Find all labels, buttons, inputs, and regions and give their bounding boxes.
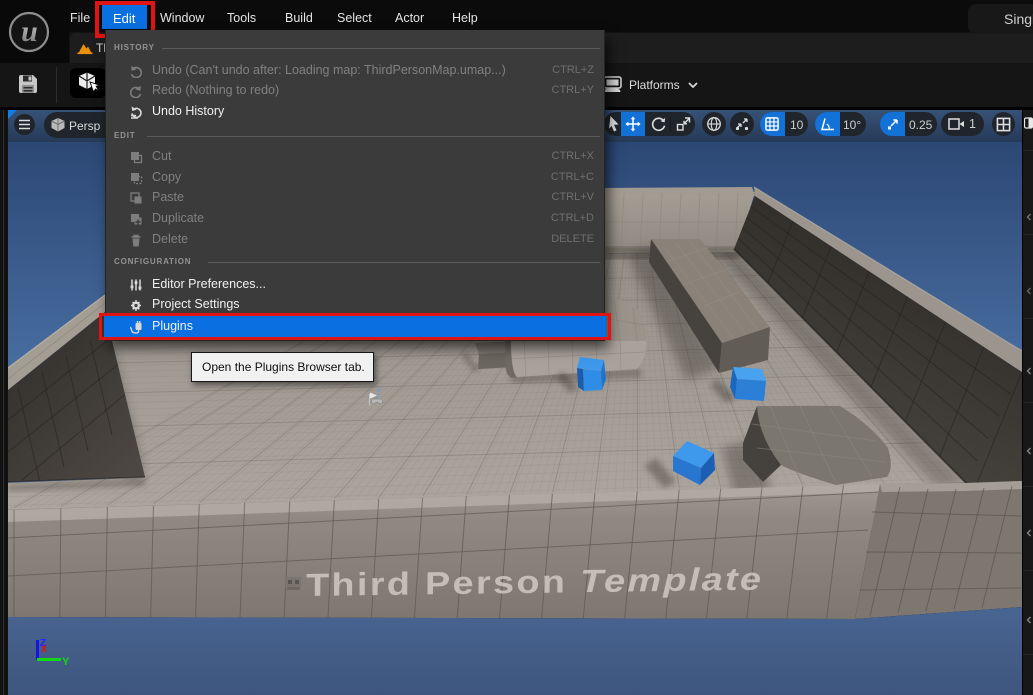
svg-text:Third Person Template: Third Person Template <box>306 561 763 603</box>
svg-text:u: u <box>21 15 38 48</box>
svg-text:X: X <box>41 644 47 654</box>
svg-text:Y: Y <box>62 656 70 668</box>
